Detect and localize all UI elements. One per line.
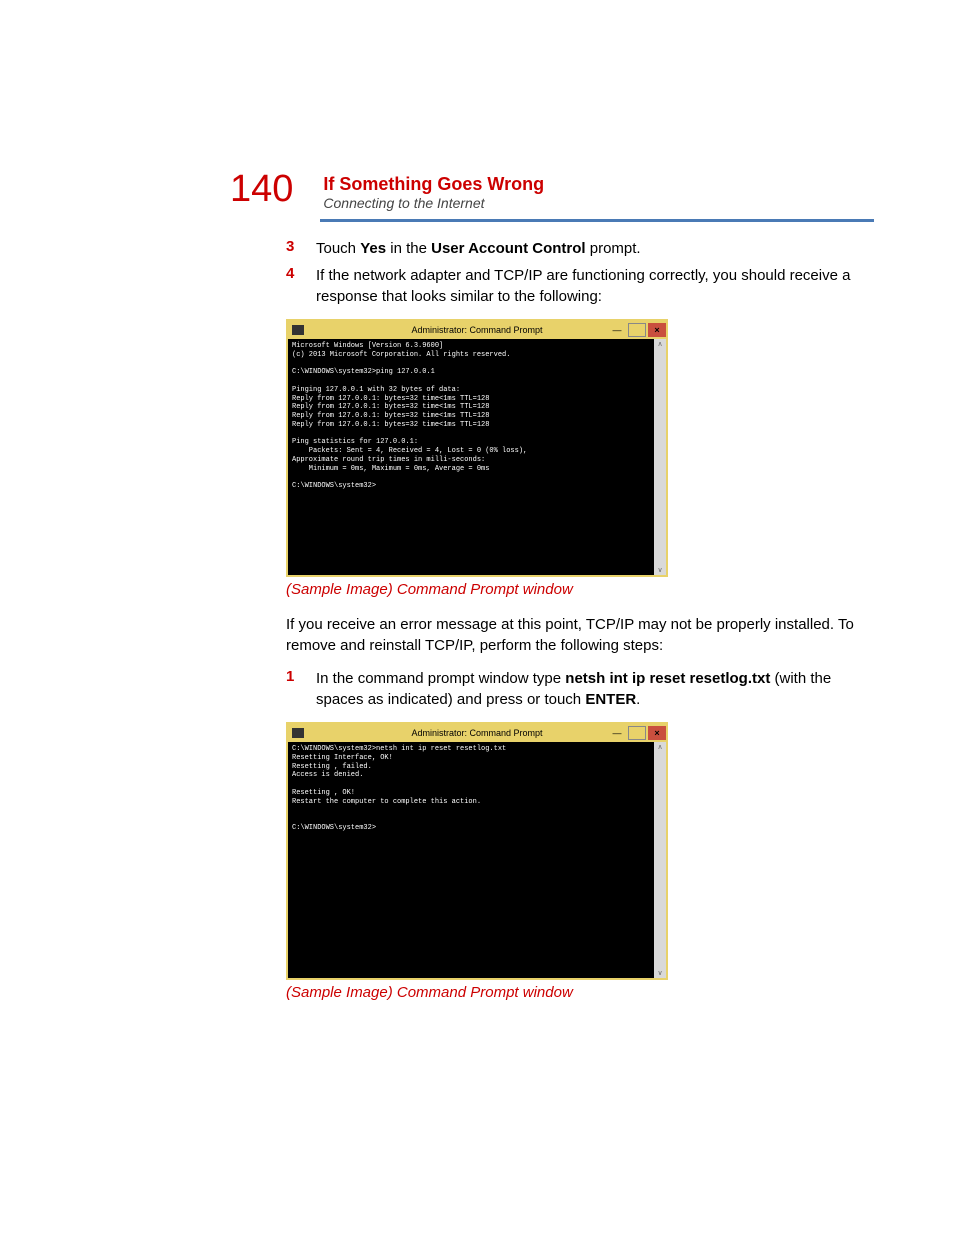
step-1: 1 In the command prompt window type nets… <box>286 668 874 710</box>
cmd-icon <box>292 325 304 335</box>
text: Touch <box>316 240 360 257</box>
minimize-button[interactable]: — <box>608 726 626 740</box>
cmd-body-wrap: C:\WINDOWS\system32>netsh int ip reset r… <box>288 742 666 978</box>
scroll-down-icon[interactable]: ∨ <box>656 968 663 978</box>
bold-text: Yes <box>360 240 386 257</box>
terminal-output: Microsoft Windows [Version 6.3.9600] (c)… <box>288 339 654 575</box>
window-title: Administrator: Command Prompt <box>411 325 542 335</box>
scroll-up-icon[interactable]: ∧ <box>656 339 663 349</box>
bold-text: User Account Control <box>431 240 585 257</box>
content-area: 3 Touch Yes in the User Account Control … <box>286 238 874 1001</box>
step-text: Touch Yes in the User Account Control pr… <box>316 238 641 259</box>
scrollbar[interactable]: ∧ ∨ <box>654 339 666 575</box>
step-number: 4 <box>286 265 316 307</box>
titlebar: Administrator: Command Prompt — × <box>288 724 666 742</box>
scrollbar[interactable]: ∧ ∨ <box>654 742 666 978</box>
paragraph: If you receive an error message at this … <box>286 614 874 656</box>
step-number: 3 <box>286 238 316 259</box>
figure-caption: (Sample Image) Command Prompt window <box>286 581 874 598</box>
scroll-up-icon[interactable]: ∧ <box>656 742 663 752</box>
text: . <box>636 691 640 708</box>
text: In the command prompt window type <box>316 670 565 687</box>
close-button[interactable]: × <box>648 726 666 740</box>
bold-text: netsh int ip reset resetlog.txt <box>565 670 770 687</box>
bold-text: ENTER <box>585 691 636 708</box>
page-header: 140 If Something Goes Wrong Connecting t… <box>230 170 874 211</box>
header-titles: If Something Goes Wrong Connecting to th… <box>323 170 544 211</box>
text: in the <box>386 240 431 257</box>
figure-caption: (Sample Image) Command Prompt window <box>286 984 874 1001</box>
maximize-button[interactable] <box>628 726 646 740</box>
terminal-output: C:\WINDOWS\system32>netsh int ip reset r… <box>288 742 654 978</box>
step-3: 3 Touch Yes in the User Account Control … <box>286 238 874 259</box>
step-text: If the network adapter and TCP/IP are fu… <box>316 265 874 307</box>
minimize-button[interactable]: — <box>608 323 626 337</box>
titlebar: Administrator: Command Prompt — × <box>288 321 666 339</box>
window-title: Administrator: Command Prompt <box>411 728 542 738</box>
header-rule <box>320 219 874 222</box>
close-button[interactable]: × <box>648 323 666 337</box>
command-prompt-window-1: Administrator: Command Prompt — × Micros… <box>286 319 668 577</box>
window-controls: — × <box>608 726 666 740</box>
step-text: In the command prompt window type netsh … <box>316 668 874 710</box>
page-container: 140 If Something Goes Wrong Connecting t… <box>0 0 954 1097</box>
page-number: 140 <box>230 170 293 208</box>
step-number: 1 <box>286 668 316 710</box>
command-prompt-window-2: Administrator: Command Prompt — × C:\WIN… <box>286 722 668 980</box>
step-4: 4 If the network adapter and TCP/IP are … <box>286 265 874 307</box>
scroll-down-icon[interactable]: ∨ <box>656 565 663 575</box>
section-subtitle: Connecting to the Internet <box>323 195 544 211</box>
window-controls: — × <box>608 323 666 337</box>
text: prompt. <box>586 240 641 257</box>
maximize-button[interactable] <box>628 323 646 337</box>
section-title: If Something Goes Wrong <box>323 174 544 195</box>
cmd-body-wrap: Microsoft Windows [Version 6.3.9600] (c)… <box>288 339 666 575</box>
cmd-icon <box>292 728 304 738</box>
